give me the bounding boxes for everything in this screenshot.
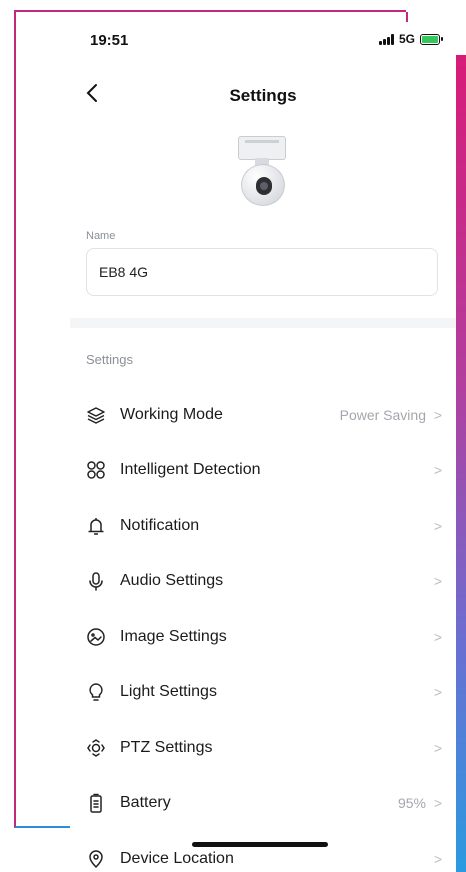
intelligent-detection-row[interactable]: Intelligent Detection > — [70, 443, 456, 499]
layers-icon — [86, 405, 106, 425]
device-location-label: Device Location — [120, 849, 234, 867]
ptz-icon — [86, 738, 106, 758]
chevron-right-icon: > — [433, 573, 442, 590]
chevron-right-icon: > — [433, 406, 442, 423]
device-name-value: EB8 4G — [99, 264, 149, 280]
ptz-settings-row[interactable]: PTZ Settings > — [70, 720, 456, 776]
navigation-bar: Settings — [70, 80, 456, 114]
light-settings-label: Light Settings — [120, 683, 217, 701]
section-title: Settings — [86, 352, 133, 367]
section-divider — [70, 318, 456, 328]
battery-value: 95% — [397, 795, 426, 812]
phone-screen: 19:51 5G Settings Name EB8 4G Settings W… — [70, 22, 456, 872]
microphone-icon — [86, 571, 106, 591]
location-icon — [86, 849, 106, 869]
device-location-row[interactable]: Device Location > — [70, 831, 456, 872]
image-settings-label: Image Settings — [120, 627, 227, 645]
image-icon — [86, 627, 106, 647]
battery-icon — [86, 793, 106, 813]
working-mode-value: Power Saving — [339, 406, 426, 423]
camera-image — [235, 134, 291, 206]
network-type: 5G — [398, 32, 415, 46]
chevron-right-icon: > — [433, 850, 442, 867]
chevron-right-icon: > — [433, 684, 442, 701]
grid-icon — [86, 460, 106, 480]
battery-label: Battery — [120, 794, 171, 812]
battery-row[interactable]: Battery 95% > — [70, 776, 456, 832]
notification-label: Notification — [120, 516, 200, 534]
notification-row[interactable]: Notification > — [70, 498, 456, 554]
home-indicator[interactable] — [192, 842, 328, 847]
name-field-label: Name — [86, 230, 116, 242]
ptz-settings-label: PTZ Settings — [120, 738, 213, 756]
chevron-right-icon: > — [433, 739, 442, 756]
chevron-right-icon: > — [433, 628, 442, 645]
intelligent-detection-label: Intelligent Detection — [120, 461, 261, 479]
status-bar: 19:51 5G — [70, 22, 456, 62]
page-title: Settings — [229, 86, 297, 105]
working-mode-row[interactable]: Working Mode Power Saving > — [70, 387, 456, 443]
audio-settings-label: Audio Settings — [120, 572, 224, 590]
signal-icon — [378, 33, 394, 45]
chevron-right-icon: > — [433, 517, 442, 534]
light-settings-row[interactable]: Light Settings > — [70, 665, 456, 721]
bell-icon — [86, 516, 106, 536]
battery-status-icon — [420, 33, 443, 45]
bulb-icon — [86, 682, 106, 702]
chevron-right-icon: > — [433, 462, 442, 479]
settings-list: Working Mode Power Saving > Intelligent … — [70, 387, 456, 872]
audio-settings-row[interactable]: Audio Settings > — [70, 554, 456, 610]
status-time: 19:51 — [90, 32, 129, 49]
working-mode-label: Working Mode — [120, 405, 223, 423]
device-name-input[interactable]: EB8 4G — [86, 248, 438, 296]
image-settings-row[interactable]: Image Settings > — [70, 609, 456, 665]
status-indicators: 5G — [378, 32, 443, 46]
chevron-right-icon: > — [433, 795, 442, 812]
